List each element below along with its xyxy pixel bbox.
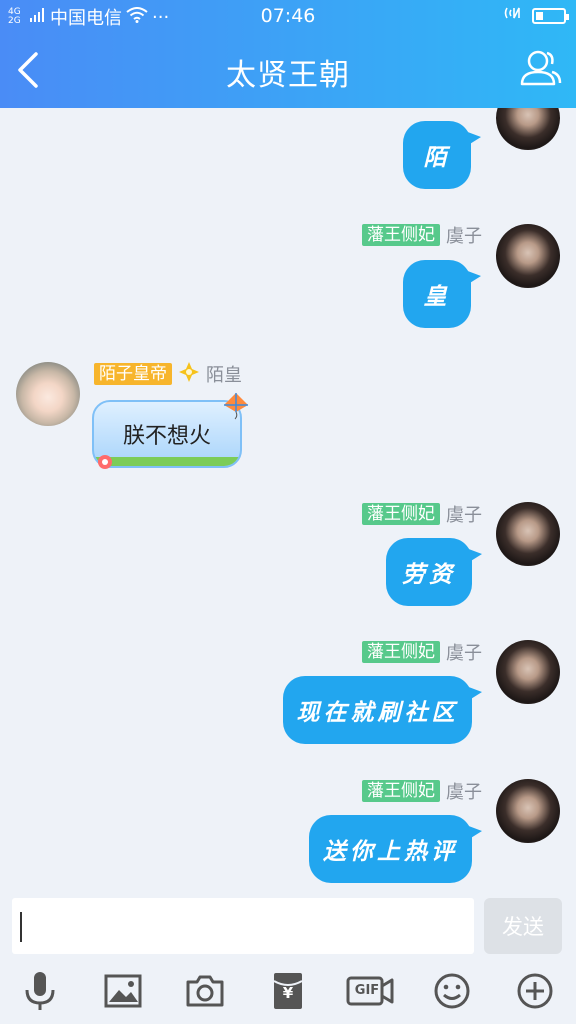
message-bubble[interactable]: 朕不想火 <box>92 400 242 468</box>
bubble-grass-decoration <box>94 457 240 466</box>
message-list[interactable]: 陌 藩王侧妃 虞子 皇 陌子皇帝 陌皇 朕不想火 藩王侧妃 虞子 劳资 藩王侧妃… <box>0 108 576 888</box>
sender-nickname: 陌皇 <box>206 365 242 386</box>
people-icon <box>520 50 562 86</box>
sender-info: 藩王侧妃 虞子 <box>362 641 482 664</box>
sender-nickname: 虞子 <box>446 505 482 526</box>
kite-icon <box>222 392 250 420</box>
sender-info: 藩王侧妃 虞子 <box>362 503 482 526</box>
more-options-button[interactable] <box>512 968 558 1014</box>
header-bar: 4G 2G 中国电信 ··· 07:46 太贤王朝 <box>0 0 576 108</box>
camera-icon <box>186 975 224 1007</box>
battery-level <box>536 11 543 20</box>
sender-nickname: 虞子 <box>446 226 482 247</box>
group-members-button[interactable] <box>518 46 564 92</box>
avatar[interactable] <box>496 502 560 566</box>
send-button[interactable]: 发送 <box>484 898 562 954</box>
gallery-button[interactable] <box>100 968 146 1014</box>
sender-info: 陌子皇帝 陌皇 <box>94 361 242 387</box>
input-bar: 发送 ¥ GIF <box>0 888 576 1024</box>
message-bubble[interactable]: 现在就刷社区 <box>283 676 482 744</box>
role-badge: 藩王侧妃 <box>362 224 440 246</box>
voice-button[interactable] <box>17 968 63 1014</box>
message-bubble[interactable]: 皇 <box>403 260 481 328</box>
smiley-icon <box>434 973 470 1009</box>
red-packet-symbol: ¥ <box>282 984 294 1002</box>
avatar[interactable] <box>496 779 560 843</box>
message-text: 朕不想火 <box>122 424 211 449</box>
avatar[interactable] <box>16 362 80 426</box>
nfc-icon <box>504 5 522 26</box>
plus-circle-icon <box>517 973 553 1009</box>
sender-nickname: 虞子 <box>446 643 482 664</box>
camera-button[interactable] <box>182 968 228 1014</box>
message-input[interactable] <box>12 898 474 954</box>
gif-button[interactable]: GIF <box>346 968 394 1014</box>
role-badge: 藩王侧妃 <box>362 641 440 663</box>
battery-icon <box>532 7 569 24</box>
avatar[interactable] <box>496 108 560 150</box>
emoji-button[interactable] <box>429 968 475 1014</box>
sender-info: 藩王侧妃 虞子 <box>362 780 482 803</box>
text-cursor <box>20 912 22 942</box>
chat-title: 太贤王朝 <box>226 58 350 93</box>
microphone-icon <box>25 972 55 1010</box>
message-bubble[interactable]: 陌 <box>403 121 481 189</box>
sender-nickname: 虞子 <box>446 782 482 803</box>
message-bubble[interactable]: 送你上热评 <box>309 815 482 883</box>
role-badge: 藩王侧妃 <box>362 780 440 802</box>
role-badge: 陌子皇帝 <box>94 363 172 385</box>
image-icon <box>104 974 142 1008</box>
status-bar: 4G 2G 中国电信 ··· 07:46 <box>0 0 576 30</box>
avatar[interactable] <box>496 224 560 288</box>
red-packet-button[interactable]: ¥ <box>265 968 311 1014</box>
clock: 07:46 <box>260 5 316 27</box>
sender-info: 藩王侧妃 虞子 <box>362 224 482 247</box>
diamond-icon <box>178 361 200 387</box>
input-toolbar: ¥ GIF <box>0 968 576 1018</box>
gif-label: GIF <box>354 983 380 998</box>
role-badge: 藩王侧妃 <box>362 503 440 525</box>
bubble-decoration-icon <box>96 453 114 471</box>
message-bubble[interactable]: 劳资 <box>386 538 482 606</box>
avatar[interactable] <box>496 640 560 704</box>
